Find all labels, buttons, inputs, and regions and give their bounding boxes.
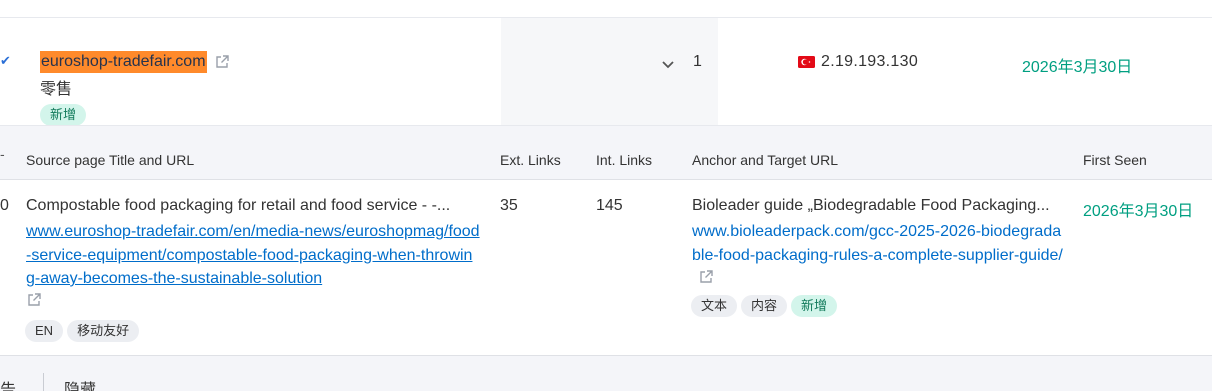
external-link-icon[interactable] [698,269,714,293]
tag-content: 内容 [741,295,788,317]
ext-links-value: 35 [500,197,518,214]
int-links-value: 145 [596,197,623,214]
source-url-link[interactable]: www.euroshop-tradefair.com/en/media-news… [26,220,481,291]
row-index: 0 [0,197,9,214]
new-badge-label: 新增 [40,104,87,126]
turkey-flag-icon [798,55,815,68]
anchor-title: Bioleader guide „Biodegradable Food Pack… [692,197,1050,214]
anchor-url-text[interactable]: www.bioleaderpack.com/gcc-2025-2026-biod… [692,223,1063,264]
anchor-url-link[interactable]: www.bioleaderpack.com/gcc-2025-2026-biod… [692,220,1067,293]
hide-button[interactable]: 隐藏 [64,376,96,391]
new-badge: 新增 [791,295,838,317]
empty-cell [501,18,718,125]
external-link-icon[interactable] [214,54,230,70]
source-tags: EN 移动友好 [25,320,143,342]
tag-text: 文本 [691,295,738,317]
report-button[interactable]: 告 [0,376,16,391]
table-row: 0 Compostable food packaging for retail … [0,180,1212,356]
backlinks-detail-panel: - Source page Title and URL Ext. Links I… [0,125,1212,391]
external-link-icon[interactable] [26,292,42,313]
domain-name[interactable]: euroshop-tradefair.com [40,51,207,73]
domain-row: ✔ euroshop-tradefair.com 零售 新增 1 2.19.19… [0,18,1212,126]
tag-mobile-friendly: 移动友好 [67,320,140,342]
anchor-tags: 文本 内容 新增 [691,295,838,317]
divider [43,373,44,391]
header-anchor[interactable]: Anchor and Target URL [692,152,838,168]
tag-language: EN [25,320,64,342]
header-dash: - [0,146,5,162]
top-strip [0,0,1212,18]
new-badge: 新增 [40,104,87,126]
first-seen-date: 2026年3月30日 [1083,203,1194,220]
ip-address: 2.19.193.130 [821,53,919,70]
domain-link[interactable]: euroshop-tradefair.com [40,51,230,73]
first-seen-date: 2026年3月30日 [1022,59,1133,76]
header-first-seen[interactable]: First Seen [1083,152,1147,168]
backlink-count[interactable]: 1 [693,53,702,71]
source-title: Compostable food packaging for retail an… [26,197,451,214]
header-source[interactable]: Source page Title and URL [26,152,194,168]
check-icon[interactable]: ✔ [0,54,11,68]
header-int-links[interactable]: Int. Links [596,152,652,168]
chevron-down-icon[interactable] [661,57,675,69]
header-ext-links[interactable]: Ext. Links [500,152,561,168]
domain-category: 零售 [40,81,73,98]
